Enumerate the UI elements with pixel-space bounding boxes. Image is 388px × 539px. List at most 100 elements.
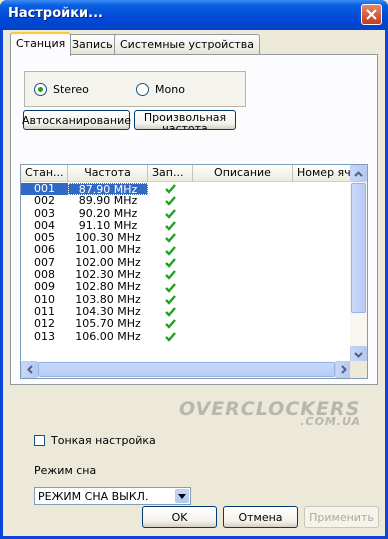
frequency-cell: 102.80 MHz (75, 280, 141, 294)
checkmark-icon (165, 196, 176, 207)
record-cell[interactable] (148, 318, 193, 330)
dialog-body: Станция Запись Системные устройства Ster… (3, 30, 385, 536)
table-row[interactable]: 011 104.30 MHz (21, 305, 351, 318)
close-icon (366, 9, 377, 20)
cell-number-cell (293, 244, 351, 256)
table-row[interactable]: 001 87.90 MHz (21, 182, 351, 196)
table-row[interactable]: 006 101.00 MHz (21, 244, 351, 256)
record-cell[interactable] (148, 183, 193, 195)
col-cell-number[interactable]: Номер яч... (293, 165, 351, 182)
horizontal-scrollbar[interactable] (21, 361, 352, 378)
cell-number-cell (293, 195, 351, 207)
cell-number-cell (293, 232, 351, 244)
close-button[interactable] (361, 4, 382, 25)
stereo-radio[interactable]: Stereo (34, 83, 89, 96)
tab-system-devices-label: Системные устройства (120, 38, 254, 51)
record-cell[interactable] (148, 331, 193, 343)
scroll-left-button[interactable] (21, 361, 38, 378)
col-description[interactable]: Описание (193, 165, 293, 182)
table-row[interactable]: 010 103.80 MHz (21, 293, 351, 306)
cell-number-cell (293, 294, 351, 306)
mono-radio[interactable]: Mono (136, 83, 185, 96)
checkmark-icon (165, 319, 176, 330)
description-cell (193, 244, 293, 256)
horizontal-scroll-thumb[interactable] (38, 362, 335, 377)
sleep-mode-select[interactable]: РЕЖИМ СНА ВЫКЛ. (34, 487, 191, 505)
record-cell[interactable] (148, 220, 193, 232)
description-cell (193, 294, 293, 306)
checkmark-icon (165, 331, 176, 342)
chevron-right-icon (340, 365, 347, 374)
sleep-mode-dropdown-button[interactable] (175, 489, 189, 503)
record-cell[interactable] (148, 257, 193, 269)
tab-system-devices[interactable]: Системные устройства (114, 34, 260, 55)
table-row[interactable]: 005 100.30 MHz (21, 232, 351, 244)
custom-frequency-label: Произвольная частота (143, 111, 227, 130)
sleep-mode-label: Режим сна (34, 464, 97, 477)
chevron-up-icon (354, 170, 363, 177)
frequency-cell: 89.90 MHz (78, 194, 138, 208)
custom-frequency-button[interactable]: Произвольная частота (134, 110, 236, 130)
table-row[interactable]: 008 102.30 MHz (21, 268, 351, 281)
scrollbar-corner (350, 361, 367, 378)
window-title: Настройки... (8, 6, 103, 21)
vertical-scrollbar[interactable] (350, 165, 367, 363)
cell-number-cell (293, 220, 351, 232)
frequency-cell: 106.00 MHz (75, 329, 141, 343)
stereo-radio-circle[interactable] (34, 83, 47, 96)
table-row[interactable]: 003 90.20 MHz (21, 207, 351, 220)
checkmark-icon (165, 270, 176, 280)
record-cell[interactable] (148, 294, 193, 306)
title-bar[interactable]: Настройки... (0, 0, 388, 30)
autoscan-button[interactable]: Автосканирование (22, 110, 131, 130)
cell-number-cell (293, 281, 351, 293)
apply-button[interactable]: Применить (304, 506, 379, 528)
description-cell (193, 208, 293, 220)
record-cell[interactable] (148, 244, 193, 256)
scroll-up-button[interactable] (350, 165, 367, 182)
record-cell[interactable] (148, 269, 193, 281)
table-row[interactable]: 002 89.90 MHz (21, 195, 351, 207)
overclockers-watermark: OVERCLOCKERS .COM.UA (179, 398, 369, 428)
audio-mode-group: Stereo Mono (24, 71, 246, 107)
checkmark-icon (165, 295, 176, 305)
table-row[interactable]: 007 102.00 MHz (21, 256, 351, 269)
tab-record[interactable]: Запись (66, 34, 119, 55)
tab-record-label: Запись (72, 38, 113, 51)
vertical-scroll-thumb[interactable] (351, 183, 366, 313)
fine-tune-checkbox-box[interactable] (34, 435, 45, 446)
col-station[interactable]: Стан... (21, 165, 68, 182)
col-frequency[interactable]: Частота (68, 165, 148, 182)
fine-tune-label: Тонкая настройка (51, 434, 156, 447)
col-record[interactable]: Зап... (148, 165, 193, 182)
radio-selected-dot (38, 87, 43, 92)
table-row[interactable]: 004 91.10 MHz (21, 219, 351, 232)
description-cell (193, 232, 293, 244)
description-cell (193, 257, 293, 269)
record-cell[interactable] (148, 306, 193, 318)
description-cell (193, 306, 293, 318)
chevron-down-icon (178, 493, 186, 499)
tab-station[interactable]: Станция (10, 32, 72, 56)
table-row[interactable]: 009 102.80 MHz (21, 281, 351, 293)
record-cell[interactable] (148, 232, 193, 244)
table-row[interactable]: 013 106.00 MHz (21, 329, 351, 343)
autoscan-label: Автосканирование (22, 113, 131, 127)
record-cell[interactable] (148, 281, 193, 293)
ok-button[interactable]: OK (142, 506, 217, 528)
frequency-cell: 101.00 MHz (75, 243, 141, 257)
settings-window: Настройки... Станция Запись Системные ус… (0, 0, 388, 539)
chevron-left-icon (26, 365, 33, 374)
station-list[interactable]: Стан... Частота Зап... Описание Номер яч… (20, 164, 368, 379)
chevron-down-icon (354, 351, 363, 358)
apply-label: Применить (309, 510, 374, 524)
table-row[interactable]: 012 105.70 MHz (21, 318, 351, 330)
mono-radio-circle[interactable] (136, 83, 149, 96)
cell-number-cell (293, 208, 351, 220)
fine-tune-checkbox[interactable]: Тонкая настройка (34, 434, 156, 447)
cancel-button[interactable]: Отмена (223, 506, 298, 528)
record-cell[interactable] (148, 195, 193, 207)
record-cell[interactable] (148, 208, 193, 220)
cell-number-cell (293, 183, 351, 195)
station-tab-panel: Stereo Mono Автосканирование Произвольна… (10, 54, 378, 385)
